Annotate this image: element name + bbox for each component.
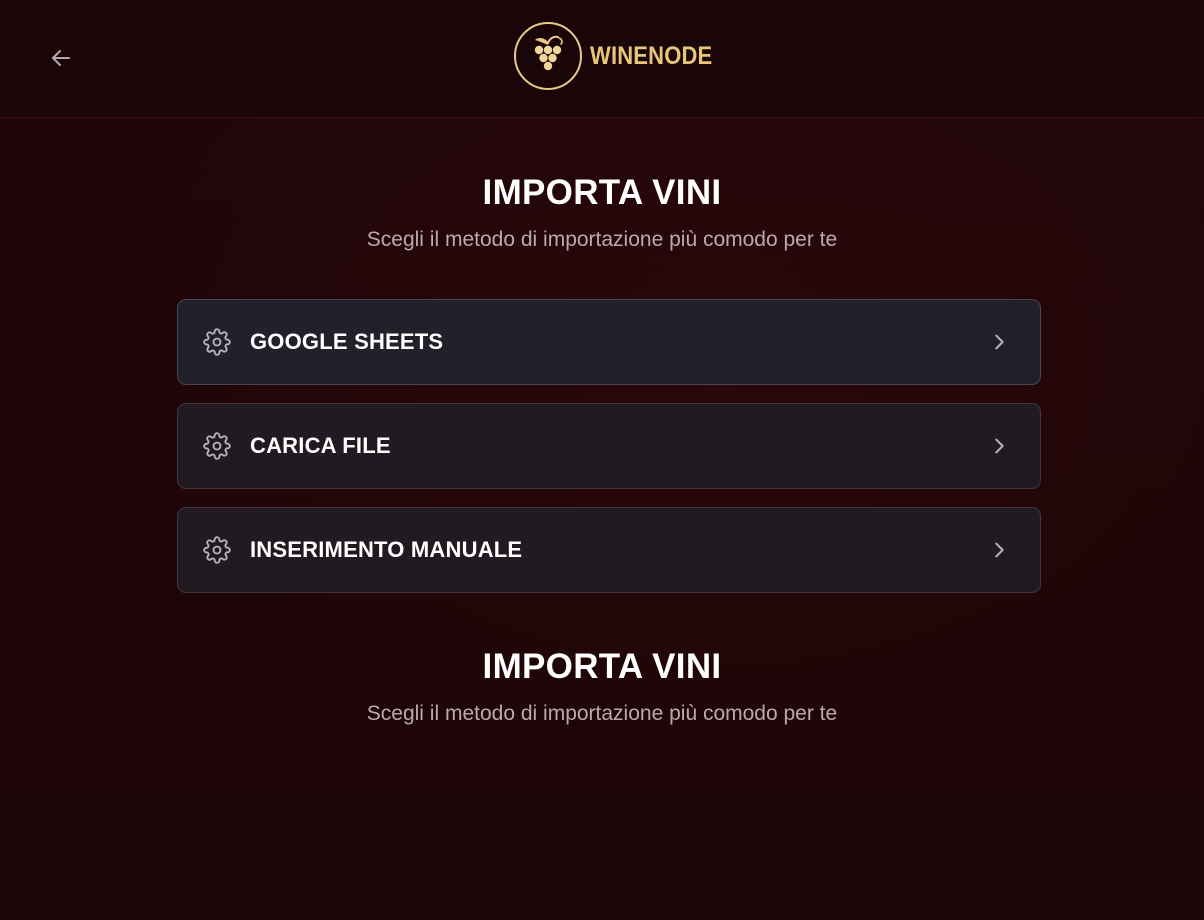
import-options-list: GOOGLE SHEETS CARICA FILE INSERIMENTO MA… — [177, 299, 1041, 611]
gear-icon — [203, 536, 231, 564]
option-inserimento-manuale[interactable]: INSERIMENTO MANUALE — [177, 507, 1041, 593]
winenode-logo[interactable]: WINENODE — [514, 19, 729, 93]
chevron-right-icon — [995, 438, 1004, 454]
chevron-right-icon — [995, 334, 1004, 350]
app-header: WINENODE — [0, 0, 1204, 118]
option-label: INSERIMENTO MANUALE — [250, 537, 523, 562]
arrow-left-icon — [52, 50, 70, 66]
option-label: GOOGLE SHEETS — [250, 329, 444, 354]
page-subtitle-repeat: Scegli il metodo di importazione più com… — [366, 702, 838, 725]
option-label: CARICA FILE — [250, 433, 391, 458]
import-section: IMPORTA VINI Scegli il metodo di importa… — [0, 172, 1204, 253]
page-title: IMPORTA VINI — [482, 173, 722, 212]
chevron-right-icon — [995, 542, 1004, 558]
back-button[interactable] — [44, 41, 78, 75]
grapes-icon — [534, 35, 563, 71]
logo-badge — [514, 22, 582, 90]
option-carica-file[interactable]: CARICA FILE — [177, 403, 1041, 489]
logo-text: WINENODE — [590, 41, 713, 70]
page-subtitle: Scegli il metodo di importazione più com… — [366, 228, 838, 251]
import-section-repeat: IMPORTA VINI Scegli il metodo di importa… — [0, 646, 1204, 727]
gear-icon — [203, 432, 231, 460]
gear-icon — [203, 328, 231, 356]
option-google-sheets[interactable]: GOOGLE SHEETS — [177, 299, 1041, 385]
page-title-repeat: IMPORTA VINI — [482, 647, 722, 686]
